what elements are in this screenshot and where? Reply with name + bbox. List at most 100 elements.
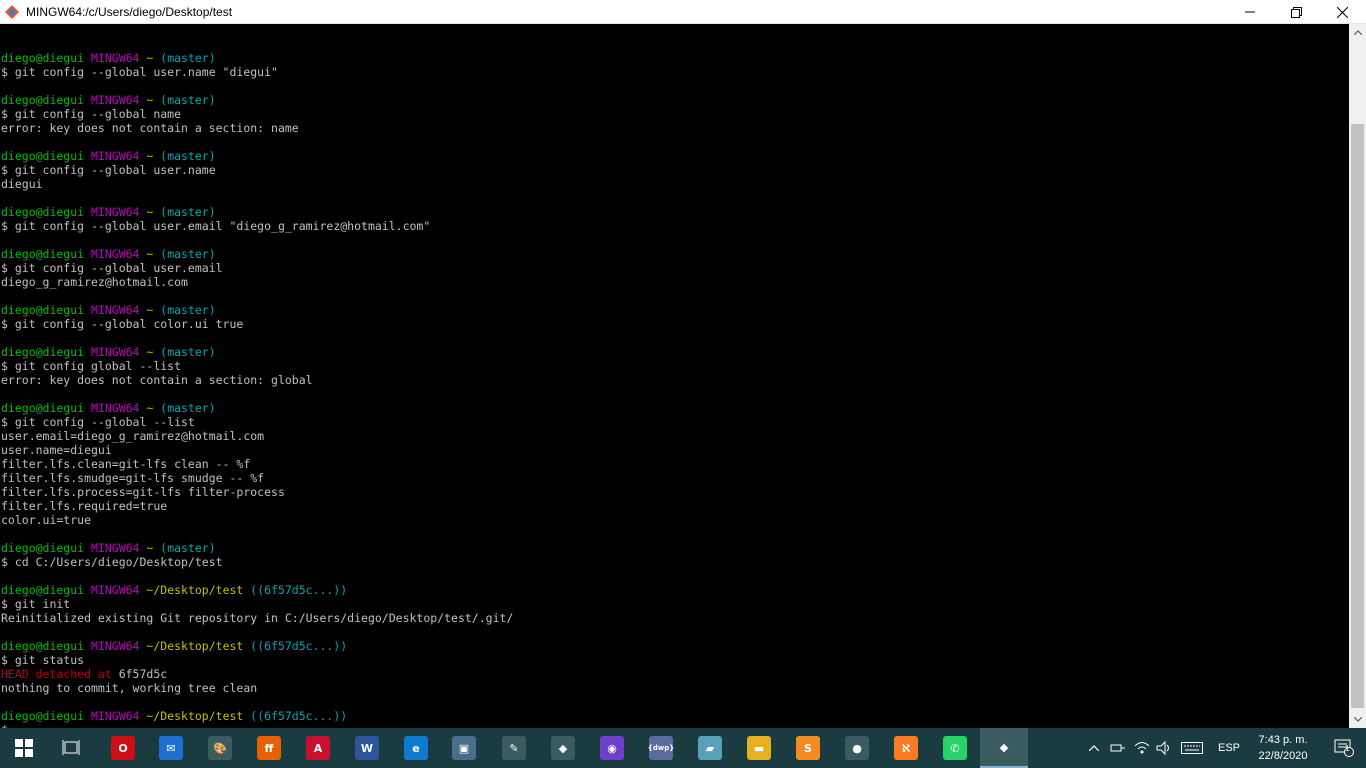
taskbar-pencil-app-button[interactable]: ✎ [490,728,538,768]
terminal-text-segment: ~ [146,247,161,261]
terminal-text-segment: $ git init [1,597,71,611]
taskbar-whatsapp-button[interactable]: ✆ [931,728,979,768]
taskbar-dwp-button[interactable]: {dwp} [637,728,685,768]
terminal-line: diego@diegui MINGW64 ~/Desktop/test ((6f… [1,709,513,723]
terminal-text-segment: diegui [1,177,43,191]
taskbar-acrobat-button[interactable]: A [294,728,342,768]
terminal-line: $ cd C:/Users/diego/Desktop/test [1,555,513,569]
touch-keyboard-icon[interactable] [1178,728,1206,768]
terminal-line: $ git config --global color.ui true [1,317,513,331]
minimize-button[interactable] [1227,0,1273,24]
terminal-text-segment: (master) [160,345,216,359]
terminal-text-segment: $ git config --global color.ui true [1,317,244,331]
terminal-text-segment: diego@diegui [1,247,92,261]
terminal-line: diego@diegui MINGW64 ~ (master) [1,247,513,261]
word-icon: W [355,736,379,760]
terminal-line: error: key does not contain a section: n… [1,121,513,135]
battery-plug-icon[interactable] [1108,728,1128,768]
terminal-line: $ git config --global user.name [1,163,513,177]
terminal-text-segment: color.ui=true [1,513,92,527]
terminal-line: diego@diegui MINGW64 ~ (master) [1,205,513,219]
vertical-scrollbar[interactable] [1349,24,1366,728]
taskbar-screen-tool-button[interactable]: ▣ [440,728,488,768]
taskbar-xampp-button[interactable]: ℵ [882,728,930,768]
terminal-line: color.ui=true [1,513,513,527]
taskbar-chrome-button[interactable]: ● [833,728,881,768]
opera-icon: O [111,736,135,760]
terminal-text-segment: $ git config --global --list [1,415,195,429]
taskbar-github-desktop-button[interactable]: ◉ [588,728,636,768]
taskbar-mail-button[interactable]: ✉ [147,728,195,768]
taskbar-paint-button[interactable]: 🎨 [196,728,244,768]
notifications-button[interactable]: 1 [1326,728,1362,768]
terminal-text-segment: ~ [146,205,161,219]
terminal-line: nothing to commit, working tree clean [1,681,513,695]
clock[interactable]: 7:43 p. m. 22/8/2020 [1248,728,1318,768]
language-indicator[interactable]: ESP [1214,728,1244,768]
scroll-down-arrow-icon[interactable] [1349,711,1366,728]
terminal-text-segment: ((6f57d5c...)) [250,583,348,597]
terminal-line: filter.lfs.process=git-lfs filter-proces… [1,485,513,499]
terminal-text-segment: filter.lfs.smudge=git-lfs smudge -- %f [1,471,265,485]
terminal-line: diego@diegui MINGW64 ~ (master) [1,149,513,163]
folder-icon: ▬ [747,736,771,760]
terminal-text-segment: $ git status [1,653,85,667]
scroll-thumb[interactable] [1351,124,1364,708]
terminal-text-segment: ((6f57d5c...)) [250,709,348,723]
terminal-text-segment: $ git config --global user.name "diegui" [1,65,278,79]
terminal-text-segment: (master) [160,149,216,163]
terminal-text-segment: ~/Desktop/test [146,639,251,653]
terminal-text-segment: (master) [160,93,216,107]
taskbar-firefox-button[interactable]: ff [245,728,293,768]
show-hidden-icons-icon[interactable] [1084,728,1104,768]
taskbar-viewer-button[interactable]: ▰ [686,728,734,768]
terminal-text-segment: (master) [160,303,216,317]
xampp-icon: ℵ [894,736,918,760]
screen-tool-icon: ▣ [452,736,476,760]
window-title: MINGW64:/c/Users/diego/Desktop/test [26,4,233,19]
taskbar-git-gui-button[interactable]: ◆ [539,728,587,768]
terminal-line: diego@diegui MINGW64 ~ (master) [1,541,513,555]
terminal-line: $ git config --global name [1,107,513,121]
taskbar-word-button[interactable]: W [343,728,391,768]
taskbar-git-bash-button[interactable]: ◆ [980,728,1028,768]
terminal-text-segment: HEAD detached at [1,667,119,681]
terminal-text-segment: user.email=diego_g_ramirez@hotmail.com [1,429,265,443]
terminal-text-segment: MINGW64 [91,401,147,415]
terminal-line: Reinitialized existing Git repository in… [1,611,513,625]
taskbar-start-button[interactable] [0,728,48,768]
volume-icon[interactable] [1154,728,1174,768]
taskbar-edge-button[interactable]: e [392,728,440,768]
wifi-icon[interactable] [1132,728,1152,768]
close-button[interactable] [1319,0,1365,24]
dwp-icon: {dwp} [648,736,674,760]
terminal-text-segment: $ git config --global user.email "diego_… [1,219,431,233]
terminal-text-segment: $ git config global --list [1,359,182,373]
pencil-icon: ✎ [502,736,526,760]
clock-time: 7:43 p. m. [1258,734,1308,746]
terminal-text-segment: 6f57d5c [118,667,168,681]
taskbar-explorer-button[interactable]: ▬ [735,728,783,768]
edge-icon: e [404,736,428,760]
title-bar[interactable]: MINGW64:/c/Users/diego/Desktop/test [0,0,1366,24]
terminal-line: filter.lfs.clean=git-lfs clean -- %f [1,457,513,471]
scroll-up-arrow-icon[interactable] [1349,24,1366,41]
terminal-line: diego@diegui MINGW64 ~ (master) [1,401,513,415]
taskbar-sublime-button[interactable]: S [784,728,832,768]
terminal-output[interactable]: diego@diegui MINGW64 ~ (master) $ git con… [0,24,1349,728]
chrome-icon: ● [845,736,869,760]
terminal-text-segment: diego@diegui [1,401,92,415]
taskbar-task-view-button[interactable] [48,728,96,768]
terminal-line: $ git config --global --list [1,415,513,429]
restore-button[interactable] [1273,0,1319,24]
git-bash-icon: ◆ [992,735,1016,759]
terminal-text-segment: diego@diegui [1,93,92,107]
taskbar: O ✉ 🎨 ff A We ▣ ✎ ◆ ◉ {dwp} ▰ ▬ S ● ℵ ✆ ◆ ESP 7:43 p. m. … [0,728,1366,768]
terminal-line: filter.lfs.required=true [1,499,513,513]
clock-date: 22/8/2020 [1258,750,1308,762]
terminal-text-segment: filter.lfs.required=true [1,499,168,513]
taskbar-opera-button[interactable]: O [99,728,147,768]
